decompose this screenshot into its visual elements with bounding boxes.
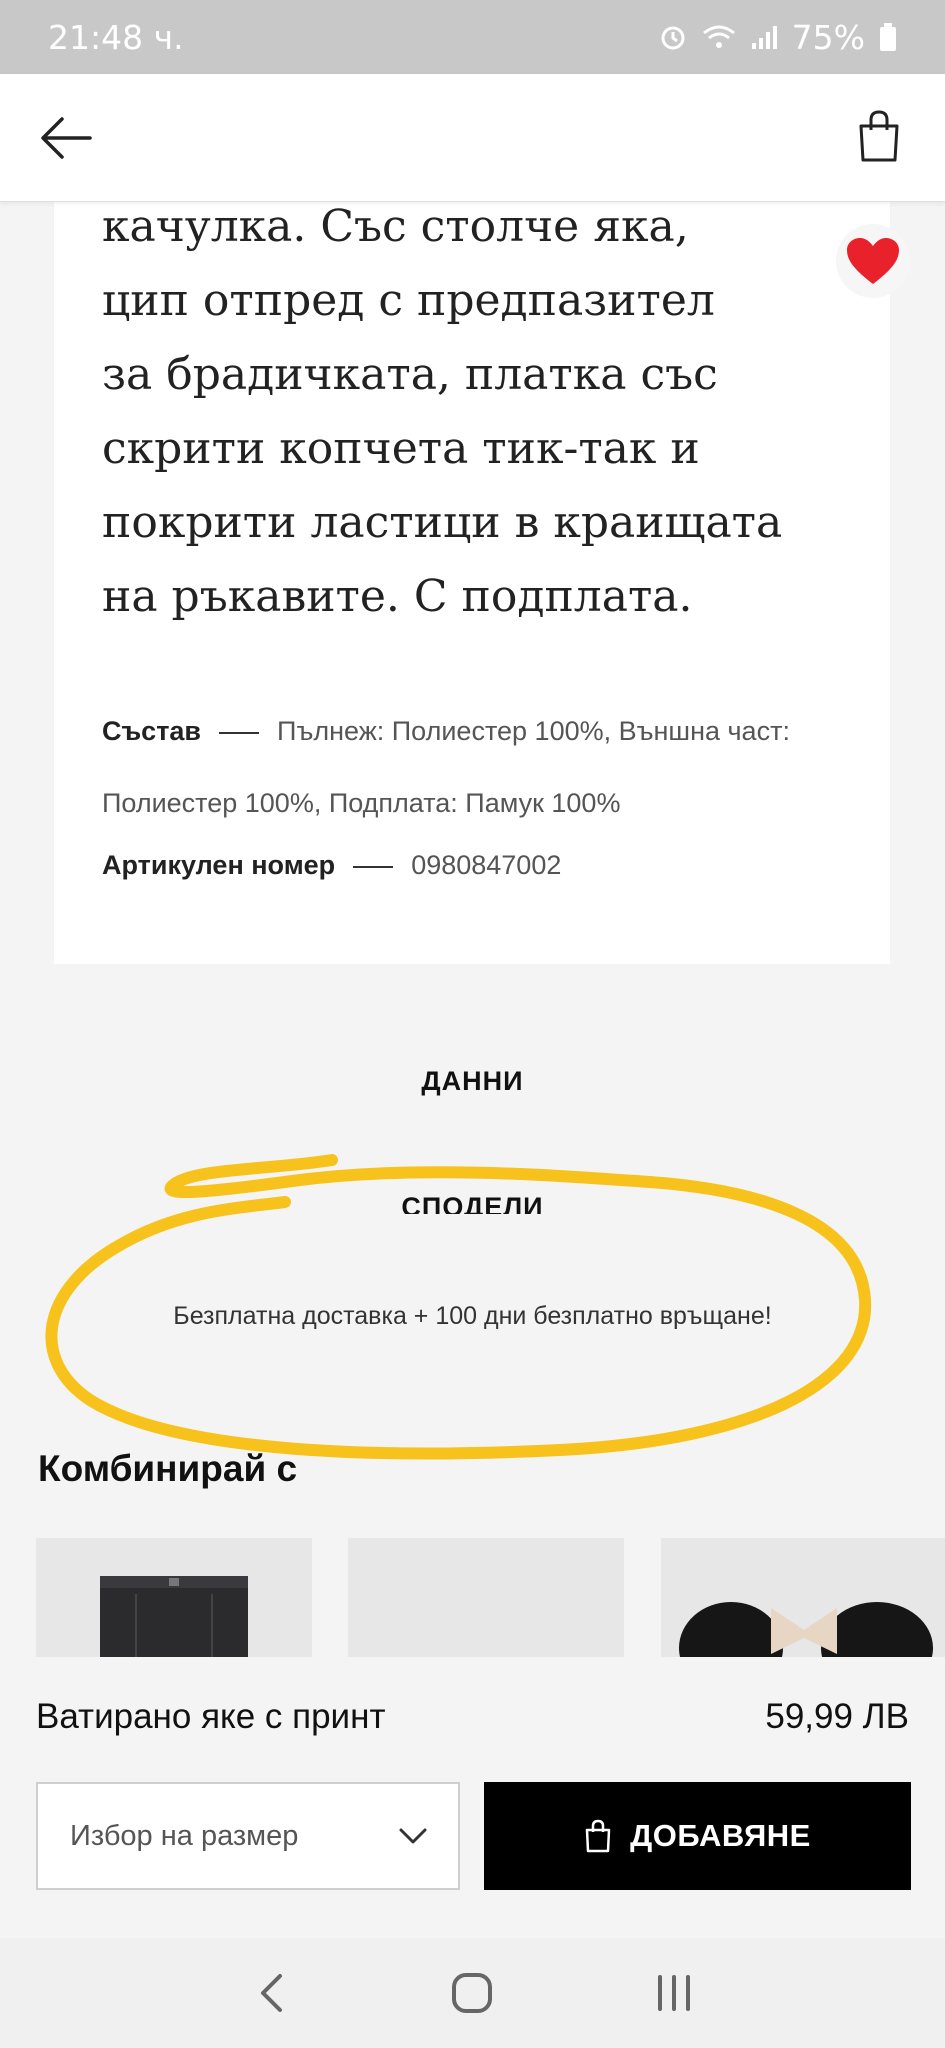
size-select[interactable]: Избор на размер <box>36 1782 460 1890</box>
product-card-blank[interactable] <box>348 1538 624 1658</box>
add-to-bag-button[interactable]: ДОБАВЯНЕ <box>484 1782 911 1890</box>
composition-value: Пълнеж: Полиестер 100%, Външна част: Пол… <box>102 716 790 818</box>
status-icons: 75% <box>658 18 897 57</box>
app-header <box>0 74 945 202</box>
description-line: на ръкавите. С подплата. <box>102 571 693 622</box>
status-time: 21:48 ч. <box>48 17 184 57</box>
battery-icon <box>879 22 897 52</box>
nav-back-button[interactable] <box>241 1963 301 2023</box>
nav-back-icon <box>260 1974 282 2012</box>
composition-row: Състав Пълнеж: Полиестер 100%, Външна час… <box>102 695 862 839</box>
article-number-row: Артикулен номер 0980847002 <box>102 840 862 890</box>
battery-percent: 75% <box>791 17 865 57</box>
description-card: качулка. Със столче яка, цип отпред с пр… <box>54 150 890 964</box>
status-bar: 21:48 ч. 75% <box>0 0 945 74</box>
alarm-icon <box>658 22 688 52</box>
article-number-value: 0980847002 <box>411 850 562 880</box>
heart-icon <box>847 238 899 284</box>
back-button[interactable] <box>36 108 96 168</box>
product-name: Ватирано яке с принт <box>36 1697 386 1736</box>
shopping-bag-icon <box>859 110 899 162</box>
share-link[interactable]: СПОДЕЛИ <box>0 1192 945 1214</box>
article-number-label: Артикулен номер <box>102 850 336 880</box>
headband-image <box>679 1602 933 1658</box>
promo-text: Безплатна доставка + 100 дни безплатно в… <box>173 1302 772 1330</box>
nav-home-button[interactable] <box>442 1963 502 2023</box>
data-link[interactable]: ДАННИ <box>0 1066 945 1097</box>
back-arrow-icon <box>41 117 92 159</box>
chevron-down-icon <box>399 1828 427 1844</box>
jeans-image <box>100 1576 248 1658</box>
nav-recents-icon <box>658 1975 691 2011</box>
composition-label: Състав <box>102 716 202 746</box>
size-select-label: Избор на размер <box>70 1819 299 1852</box>
nav-recents-button[interactable] <box>644 1963 704 2023</box>
wifi-icon <box>702 23 736 51</box>
description-text: качулка. Със столче яка, цип отпред с пр… <box>102 190 862 634</box>
shopping-bag-icon <box>585 1819 611 1853</box>
shopping-bag-button[interactable] <box>849 104 909 168</box>
separator-dash <box>219 731 260 734</box>
purchase-panel: Ватирано яке с принт 59,99 ЛВ Избор на р… <box>0 1657 945 1938</box>
signal-icon <box>750 23 778 51</box>
description-line: покрити ластици в краищата <box>102 497 783 548</box>
description-line: за брадичката, платка със <box>102 349 718 400</box>
nav-home-icon <box>452 1973 493 2013</box>
product-card-headband[interactable] <box>661 1538 945 1658</box>
combine-title: Комбинирай с <box>38 1448 298 1489</box>
product-price: 59,99 ЛВ <box>765 1697 909 1736</box>
separator-dash <box>353 865 394 868</box>
product-card-jeans[interactable] <box>36 1538 312 1658</box>
add-to-bag-label: ДОБАВЯНЕ <box>630 1818 811 1853</box>
favorite-button[interactable] <box>836 224 910 298</box>
system-nav-bar <box>0 1938 945 2048</box>
description-line: скрити копчета тик-так и <box>102 423 700 474</box>
description-line: цип отпред с предпазител <box>102 275 715 326</box>
